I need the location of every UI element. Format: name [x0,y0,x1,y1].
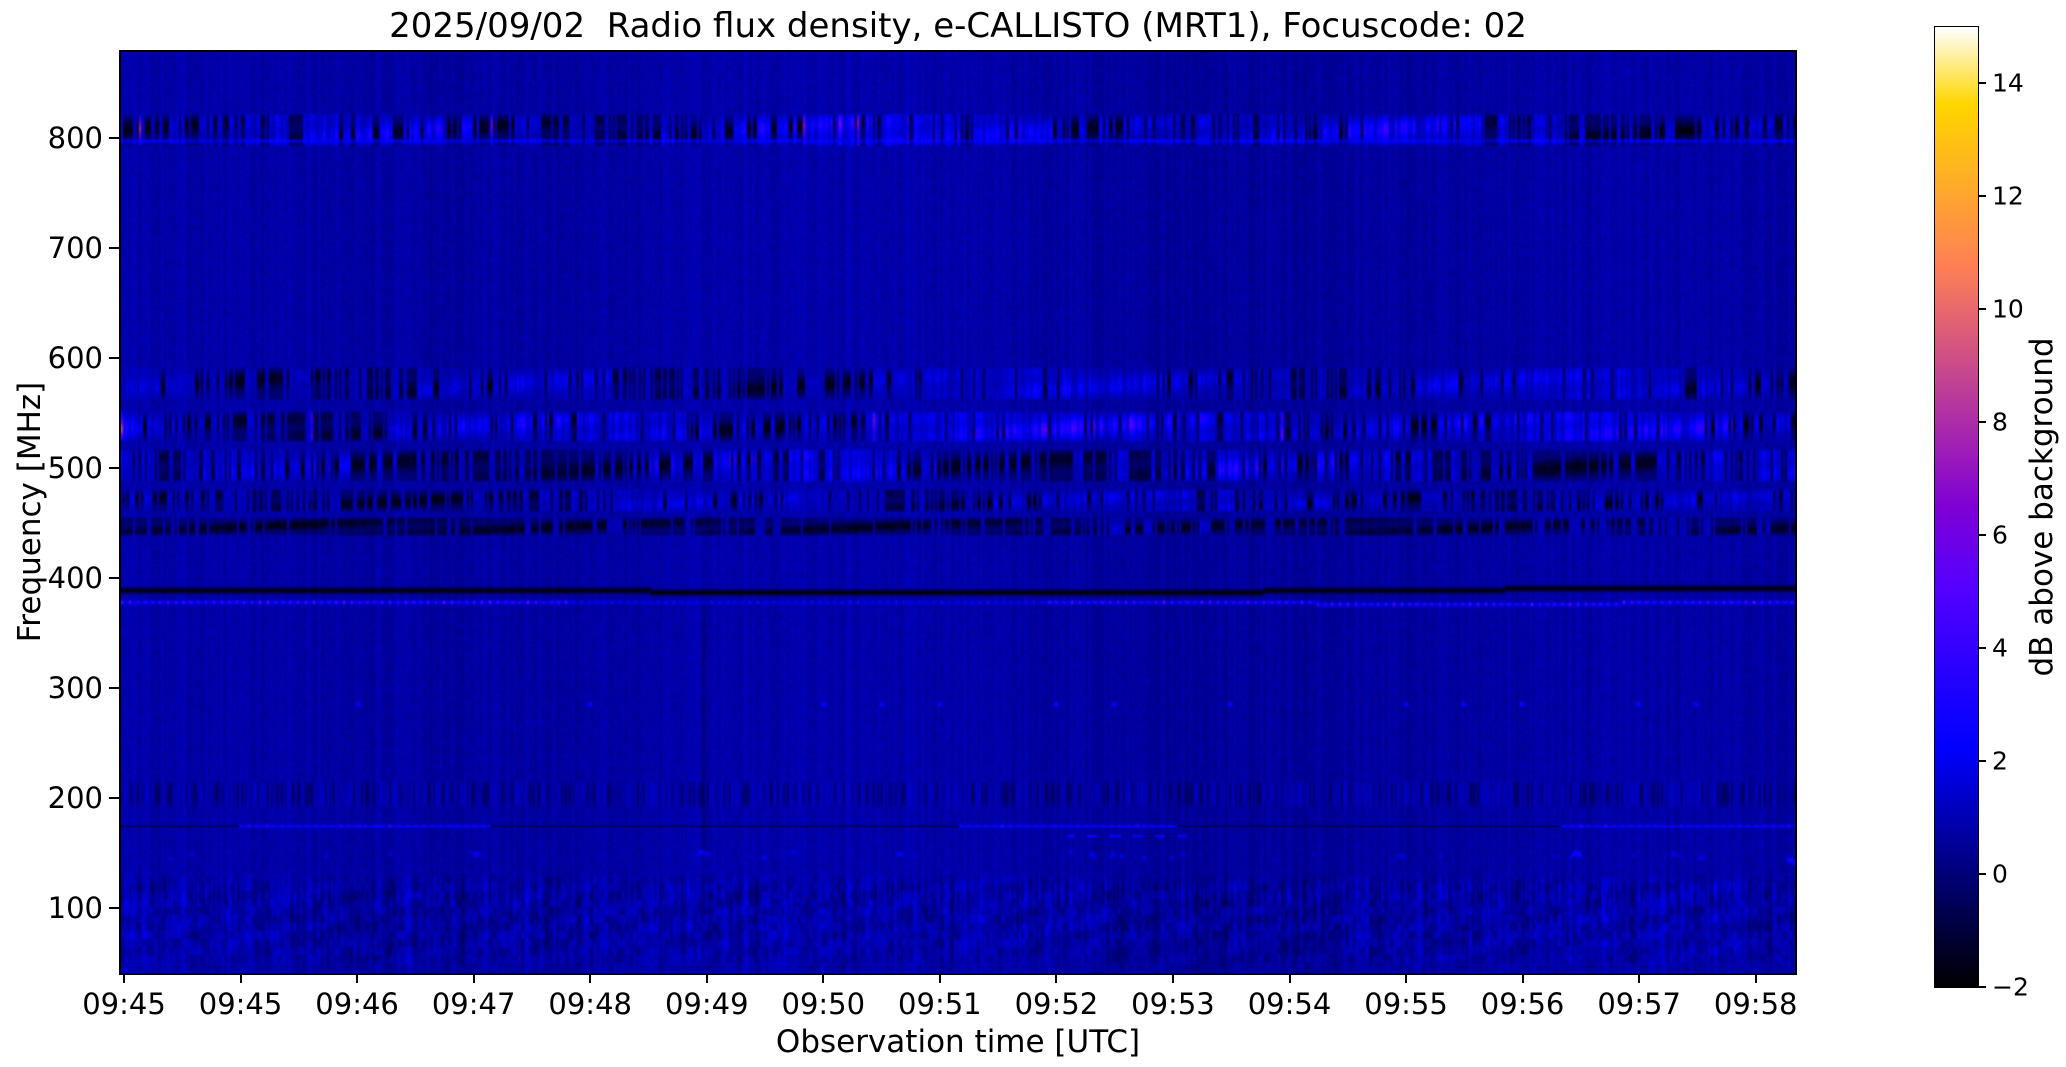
x-tick-label: 09:45 [198,987,283,1021]
y-tick-mark [109,687,119,689]
colorbar-tick-mark [1978,308,1986,311]
colorbar-canvas [1935,27,1978,987]
colorbar-tick-label: 8 [1992,407,2008,437]
colorbar-tick-mark [1978,760,1986,763]
colorbar-tick-mark [1978,195,1986,198]
x-axis-label: Observation time [UTC] [775,1024,1141,1060]
y-tick-label: 400 [47,560,103,595]
x-tick-mark [1055,973,1058,983]
colorbar-tick-label: −2 [1992,972,2029,1002]
x-tick-label: 09:53 [1131,987,1215,1021]
x-tick-label: 09:55 [1364,987,1448,1021]
x-tick-mark [1171,973,1174,983]
x-tick-mark [938,973,941,983]
x-tick-label: 09:46 [315,987,399,1021]
x-tick-label: 09:51 [898,987,982,1021]
x-tick-mark [705,973,708,983]
x-tick-label: 09:47 [431,987,516,1021]
colorbar-tick-label: 0 [1992,859,2008,889]
x-tick-mark [1288,973,1291,983]
colorbar-tick-label: 12 [1992,181,2024,211]
x-tick-mark [472,973,475,983]
y-tick-label: 700 [47,230,103,265]
y-tick-mark [109,576,119,579]
y-tick-mark [109,136,119,139]
y-tick-mark [109,356,119,359]
y-tick-label: 200 [47,781,103,816]
x-tick-label: 09:49 [664,987,749,1021]
colorbar-tick-label: 10 [1992,294,2024,324]
x-tick-mark [1405,973,1408,983]
x-tick-mark [239,973,242,983]
colorbar-tick-mark [1978,82,1986,85]
x-tick-mark [123,973,125,983]
x-tick-mark [1521,973,1524,983]
colorbar-tick-mark [1978,986,1986,988]
x-tick-label: 09:58 [1713,987,1798,1021]
colorbar-label: dB above background [2024,337,2060,677]
colorbar-tick-label: 14 [1992,68,2024,98]
y-tick-label: 300 [47,671,103,705]
x-tick-label: 09:48 [548,987,632,1021]
x-tick-label: 09:50 [781,987,866,1021]
x-tick-label: 09:52 [1014,987,1099,1021]
x-tick-label: 09:45 [82,987,166,1021]
x-tick-label: 09:56 [1480,987,1565,1021]
x-tick-mark [822,973,825,983]
x-tick-label: 09:57 [1597,987,1681,1021]
colorbar-tick-mark [1978,873,1986,876]
y-tick-mark [109,466,119,469]
x-tick-mark [356,973,359,983]
x-tick-mark [589,973,592,983]
x-tick-label: 09:54 [1247,987,1332,1021]
y-tick-label: 500 [47,450,103,485]
chart-title: 2025/09/02 Radio flux density, e-CALLIST… [389,6,1527,46]
colorbar-tick-label: 6 [1992,520,2008,550]
y-tick-label: 600 [47,340,103,375]
colorbar-tick-mark [1978,647,1986,650]
y-tick-mark [109,907,119,910]
spectrogram-canvas [121,52,1795,973]
y-tick-mark [109,797,119,800]
x-tick-mark [1754,973,1757,983]
spectrogram-figure: 2025/09/02 Radio flux density, e-CALLIST… [0,0,2066,1067]
colorbar-tick-mark [1978,421,1986,424]
colorbar-tick-label: 4 [1992,633,2008,663]
colorbar-tick-label: 2 [1992,746,2008,776]
y-tick-label: 800 [47,120,103,155]
y-axis-label: Frequency [MHz] [12,381,48,643]
x-tick-mark [1638,973,1641,983]
y-tick-label: 100 [47,891,103,926]
y-tick-mark [109,246,119,249]
colorbar-tick-mark [1978,534,1986,537]
